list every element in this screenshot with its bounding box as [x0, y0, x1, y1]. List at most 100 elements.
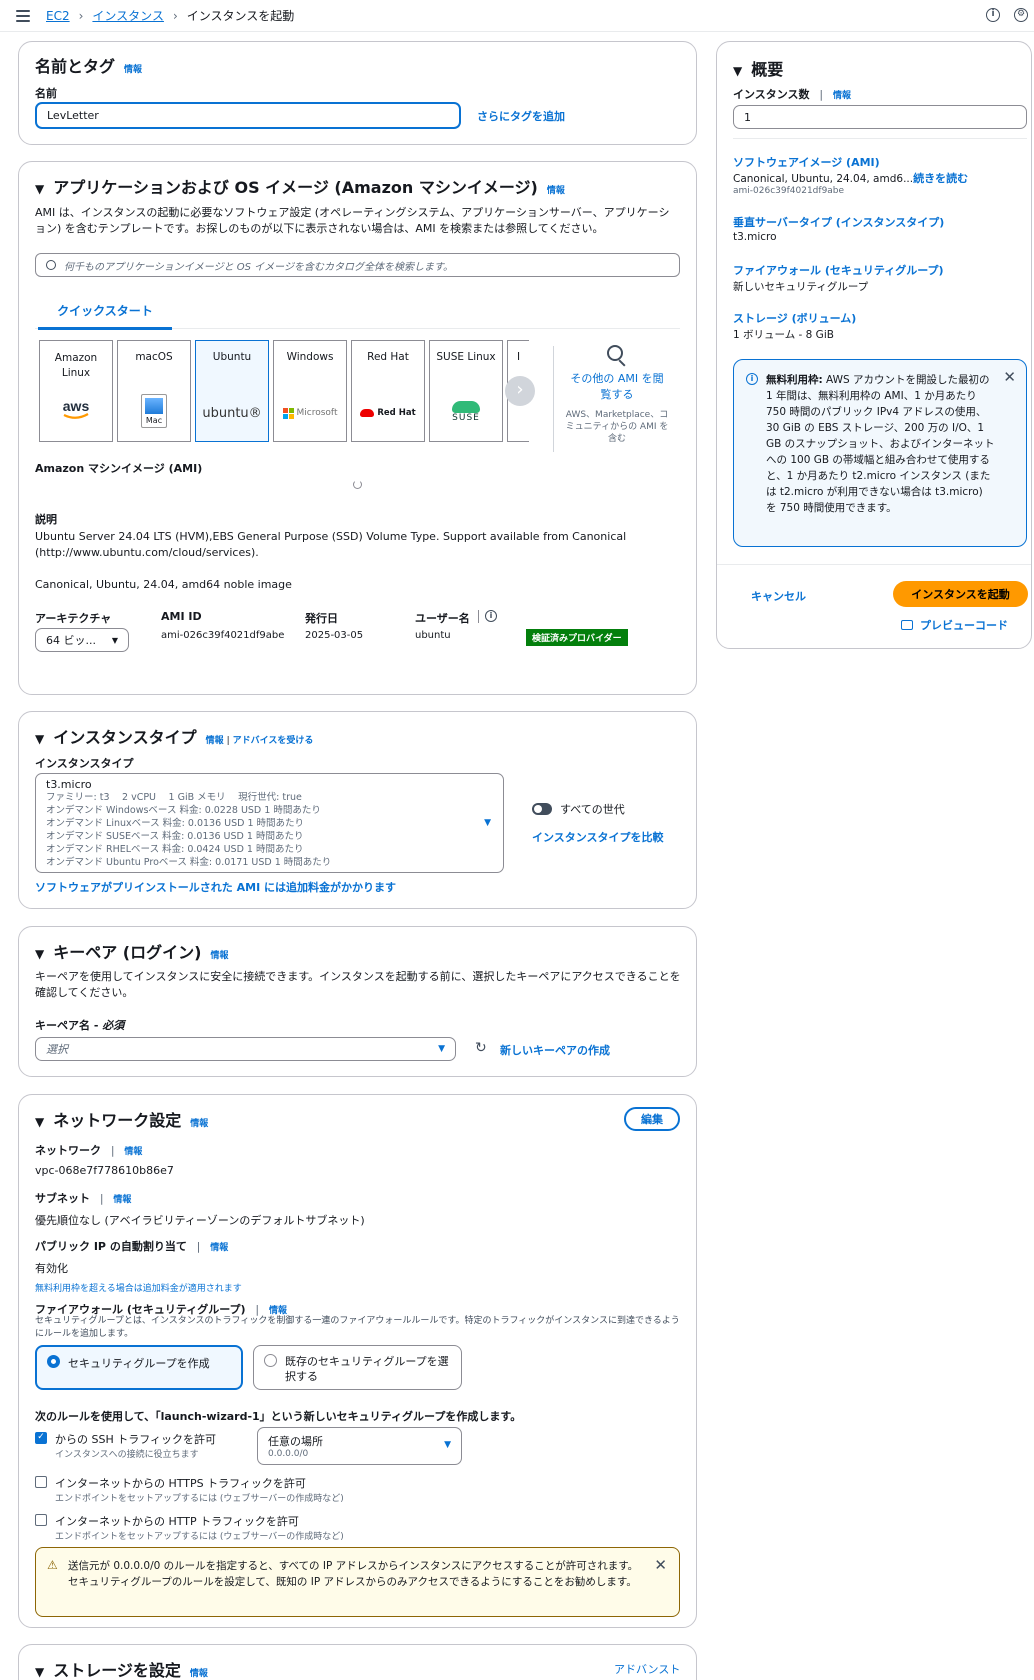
- ami-description-line2: (http://www.ubuntu.com/cloud/services).: [35, 546, 259, 559]
- breadcrumb-ec2[interactable]: EC2: [46, 9, 70, 23]
- date-label: 発行日: [305, 612, 338, 625]
- redhat-logo-icon: Red Hat: [352, 401, 424, 425]
- advice-link[interactable]: アドバイスを受ける: [233, 733, 314, 746]
- extra-charge-link[interactable]: ソフトウェアがプリインストールされた AMI には追加料金がかかります: [35, 879, 396, 895]
- ami-summary-line: Canonical, Ubuntu, 24.04, amd64 noble im…: [35, 578, 292, 591]
- tile-label: I: [516, 351, 521, 363]
- breadcrumb-instances[interactable]: インスタンス: [92, 7, 164, 24]
- info-link[interactable]: 情報: [113, 1195, 131, 1205]
- http-rule: インターネットからの HTTP トラフィックを許可 エンドポイントをセットアップ…: [35, 1513, 344, 1542]
- info-link[interactable]: 情報: [547, 183, 565, 196]
- info-circle-icon[interactable]: i: [485, 610, 497, 622]
- info-link[interactable]: 情報: [124, 1147, 142, 1157]
- hamburger-menu-icon[interactable]: [16, 9, 30, 22]
- ami-tile-suse[interactable]: SUSE Linux SUSE: [429, 340, 503, 442]
- instance-type-select[interactable]: t3.micro ファミリー: t3 2 vCPU 1 GiB メモリ 現行世代…: [35, 773, 504, 873]
- ami-tile-windows[interactable]: Windows Microsoft: [273, 340, 347, 442]
- info-link[interactable]: 情報: [833, 91, 851, 101]
- summary-title: 概要: [751, 60, 784, 79]
- create-security-group-option[interactable]: セキュリティグループを作成: [35, 1345, 243, 1390]
- aws-logo-icon: aws: [40, 398, 112, 422]
- launch-instance-button[interactable]: インスタンスを起動: [893, 581, 1028, 607]
- collapse-triangle-icon[interactable]: ▼: [35, 1115, 44, 1129]
- storage-summary-link[interactable]: ストレージ (ボリューム): [733, 310, 856, 326]
- chevron-right-icon: ›: [78, 8, 84, 23]
- toggle-switch-icon: [532, 803, 552, 815]
- info-link[interactable]: 情報: [210, 948, 228, 961]
- create-keypair-link[interactable]: 新しいキーペアの作成: [500, 1042, 610, 1058]
- collapse-triangle-icon[interactable]: ▼: [35, 947, 44, 961]
- collapse-triangle-icon[interactable]: ▼: [35, 182, 44, 196]
- ssh-rule: ✓ からの SSH トラフィックを許可 インスタンスへの接続に役立ちます: [35, 1431, 216, 1460]
- close-icon[interactable]: ✕: [1003, 368, 1016, 386]
- ami-search-input[interactable]: 何千ものアプリケーションイメージと OS イメージを含むカタログ全体を検索します…: [35, 253, 680, 277]
- storage-summary-value: 1 ボリューム - 8 GiB: [733, 329, 834, 341]
- code-preview-icon: [901, 620, 913, 630]
- info-link[interactable]: 情報: [190, 1116, 208, 1129]
- ami-tile-macos[interactable]: macOS Mac: [117, 340, 191, 442]
- info-link[interactable]: 情報: [124, 62, 142, 75]
- radio-selected-icon: [47, 1355, 60, 1368]
- info-link[interactable]: 情報: [190, 1666, 208, 1679]
- network-panel: ▼ ネットワーク設定 情報 編集 ネットワーク | 情報 vpc-068e7f7…: [18, 1094, 697, 1628]
- panel-title: インスタンスタイプ: [53, 728, 197, 747]
- ami-tile-ubuntu[interactable]: Ubuntu ubuntu®: [195, 340, 269, 442]
- edit-button[interactable]: 編集: [624, 1107, 680, 1131]
- refresh-icon[interactable]: ↻: [475, 1040, 487, 1056]
- checkbox-checked-icon[interactable]: ✓: [35, 1432, 47, 1444]
- ami-summary-link[interactable]: ソフトウェアイメージ (AMI): [733, 154, 880, 170]
- name-input[interactable]: LevLetter: [35, 102, 461, 129]
- arch-label: アーキテクチャ: [35, 612, 112, 625]
- keypair-panel: ▼ キーペア (ログイン) 情報 キーペアを使用してインスタンスに安全に接続でき…: [18, 926, 697, 1077]
- description-label: 説明: [35, 513, 57, 526]
- close-icon[interactable]: ✕: [654, 1556, 667, 1574]
- loading-spinner-icon: [353, 480, 362, 489]
- chevron-right-icon: ›: [172, 8, 178, 23]
- ssh-source-select[interactable]: 任意の場所 0.0.0.0/0 ▼: [257, 1427, 462, 1465]
- browse-more-amis[interactable]: その他の AMI を閲覧する AWS、Marketplace、コミュニティからの…: [565, 345, 669, 445]
- subnet-label: サブネット: [35, 1192, 90, 1205]
- info-circle-icon: i: [746, 373, 758, 385]
- advanced-link[interactable]: アドバンスト: [614, 1661, 680, 1677]
- panel-title: ストレージを設定: [53, 1661, 181, 1680]
- subnet-value: 優先順位なし (アベイラビリティーゾーンのデフォルトサブネット): [35, 1214, 365, 1227]
- tab-quickstart[interactable]: クイックスタート: [38, 300, 172, 330]
- svg-text:aws: aws: [63, 399, 90, 414]
- compare-instance-types-link[interactable]: インスタンスタイプを比較: [532, 829, 664, 845]
- collapse-triangle-icon[interactable]: ▼: [733, 64, 742, 78]
- ami-summary-id: ami-026c39f4021df9abe: [733, 186, 845, 196]
- collapse-triangle-icon[interactable]: ▼: [35, 732, 44, 746]
- collapse-triangle-icon[interactable]: ▼: [35, 1665, 44, 1679]
- instance-count-input[interactable]: 1: [733, 105, 1027, 129]
- extra-charge-link[interactable]: 追加料金が適用されます: [143, 1284, 242, 1294]
- read-more-link[interactable]: 続きを読む: [913, 172, 968, 185]
- instance-type-selected: t3.micro: [46, 778, 92, 791]
- instance-type-summary-link[interactable]: 垂直サーバータイプ (インスタンスタイプ): [733, 214, 944, 230]
- username-value: ubuntu: [415, 630, 451, 641]
- panel-title: 名前とタグ: [35, 57, 116, 76]
- info-link[interactable]: 情報: [210, 1243, 228, 1253]
- date-value: 2025-03-05: [305, 630, 364, 641]
- ami-tile-amazon-linux[interactable]: Amazon Linux aws: [39, 340, 113, 442]
- tile-label: macOS: [135, 351, 173, 363]
- checkbox-unchecked-icon[interactable]: [35, 1476, 47, 1488]
- divider: [733, 138, 1027, 139]
- checkbox-unchecked-icon[interactable]: [35, 1514, 47, 1526]
- preview-code-button[interactable]: プレビューコード: [901, 617, 1008, 633]
- settings-gear-icon[interactable]: ⚙: [1014, 8, 1028, 22]
- chevron-right-icon[interactable]: ›: [505, 376, 535, 406]
- firewall-summary-link[interactable]: ファイアウォール (セキュリティグループ): [733, 262, 944, 278]
- ami-tile-redhat[interactable]: Red Hat Red Hat: [351, 340, 425, 442]
- existing-security-group-option[interactable]: 既存のセキュリティグループを選択する: [253, 1345, 462, 1390]
- info-link[interactable]: 情報: [206, 733, 224, 746]
- cancel-button[interactable]: キャンセル: [751, 588, 806, 604]
- arch-select[interactable]: 64 ビッ... ▼: [35, 628, 129, 652]
- add-tags-link[interactable]: さらにタグを追加: [477, 108, 565, 124]
- keypair-select[interactable]: 選択 ▼: [35, 1037, 456, 1061]
- search-placeholder: 何千ものアプリケーションイメージと OS イメージを含むカタログ全体を検索します…: [64, 261, 453, 273]
- radio-unselected-icon: [264, 1354, 277, 1367]
- instance-type-label: インスタンスタイプ: [35, 757, 134, 770]
- info-circle-icon[interactable]: i: [986, 8, 1000, 22]
- all-generations-toggle[interactable]: すべての世代: [532, 801, 625, 817]
- ami-id-value: ami-026c39f4021df9abe: [161, 630, 285, 641]
